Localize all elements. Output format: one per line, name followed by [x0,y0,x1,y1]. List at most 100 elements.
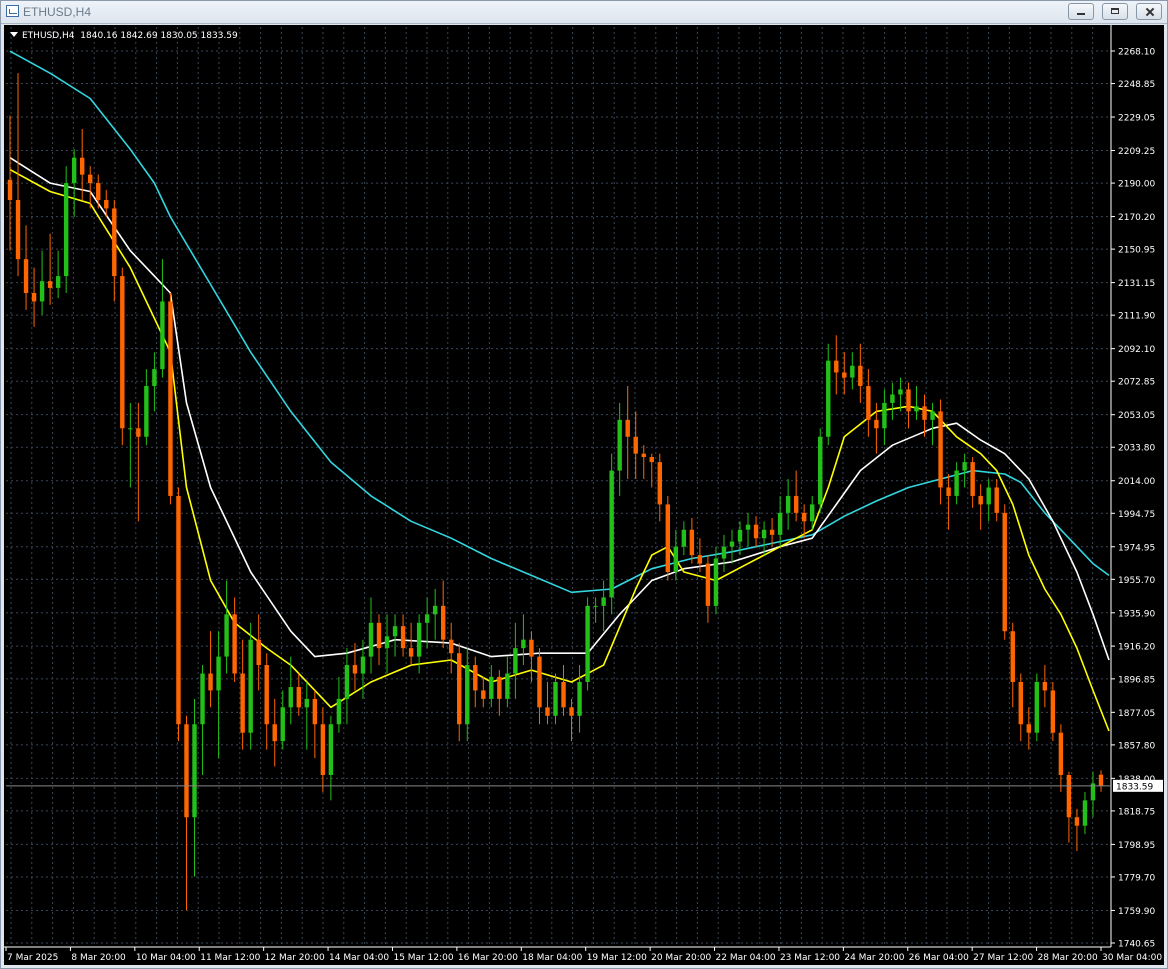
candle-body [208,673,213,691]
candle-body [280,707,285,742]
candle-body [55,276,61,288]
candle-body [553,681,558,716]
candle-body [47,281,53,288]
window-title: ETHUSD,H4 [23,5,92,19]
candle-body [1050,690,1056,733]
candle-body [224,614,229,657]
candle-body [104,199,109,209]
candle-body [457,653,462,725]
candle-body [673,546,679,573]
candle-body [200,673,205,725]
candle-body [721,546,727,559]
candle-body [312,698,318,725]
candle-body [152,369,157,387]
candle-body [240,673,245,733]
candle-body [842,372,847,378]
candle-body [7,179,13,200]
y-tick-label: 2053.05 [1118,411,1155,421]
candle-body [192,724,197,818]
x-tick-label: 20 Mar 20:00 [651,953,711,963]
candle-body [304,698,310,708]
x-tick-label: 7 Mar 2025 [7,953,58,963]
candle-body [320,724,326,775]
y-tick-label: 1935.90 [1118,609,1155,619]
candle-body [336,698,342,725]
price-chart[interactable]: 2268.10 2248.85 2229.05 2209.25 2190.00 2170.… [4,25,1164,965]
candle-body [954,470,959,496]
candle-body [360,656,366,674]
y-tick-label: 2092.10 [1118,345,1155,355]
candle-body [505,673,510,699]
y-tick-label: 2268.10 [1118,48,1155,58]
y-tick-label: 1974.95 [1118,543,1155,553]
candle-body [697,555,703,564]
y-tick-label: 2190.00 [1118,180,1155,190]
ohlc-values: 1840.16 1842.69 1830.05 1833.59 [80,31,238,41]
close-button[interactable] [1136,3,1162,20]
y-tick-label: 2229.05 [1118,114,1155,124]
chart-svg[interactable]: 2268.10 2248.85 2229.05 2209.25 2190.00 2170.… [4,25,1164,965]
candle-body [449,639,454,654]
candle-body [898,389,903,395]
candle-body [79,157,85,175]
candle-body [785,495,791,513]
y-tick-label: 1857.80 [1118,741,1155,751]
candle-body [136,428,141,437]
candle-body [585,605,590,682]
title-bar[interactable]: ETHUSD,H4 [1,1,1167,24]
ohlc-readout: ETHUSD,H4 1840.16 1842.69 1830.05 1833.5… [10,31,238,41]
candle-body [633,436,638,454]
candle-body [176,495,181,725]
candle-body [521,639,526,649]
x-tick-label: 26 Mar 04:00 [909,953,969,963]
y-tick-label: 1779.70 [1118,873,1155,883]
y-tick-label: 1916.20 [1118,643,1155,653]
candle-body [850,365,855,378]
candle-body [88,174,93,184]
maximize-button[interactable] [1102,3,1128,20]
x-tick-label: 30 Mar 04:00 [1102,953,1162,963]
candle-body [858,365,863,387]
y-tick-label: 1759.90 [1118,907,1155,917]
candle-body [481,690,486,699]
candle-body [489,676,494,699]
candle-body [424,614,430,623]
dropdown-triangle-icon[interactable] [10,32,18,37]
candle-body [713,558,719,606]
candle-body [801,512,807,522]
candle-body [593,605,598,607]
candle-body [745,524,751,530]
candle-body [408,648,414,657]
candle-body [392,626,398,637]
candle-body [866,386,871,420]
candle-body [1058,732,1064,775]
x-tick-label: 16 Mar 20:00 [458,953,518,963]
candle-body [120,276,125,429]
candle-body [625,419,630,437]
candle-body [657,462,662,505]
current-price-label: 1833.59 [1116,782,1153,792]
candle-body [609,470,614,598]
y-tick-label: 1798.95 [1118,841,1155,851]
candle-body [368,622,374,657]
candle-body [994,487,999,513]
candle-body [641,453,646,458]
candle-body [569,707,574,716]
candle-body [1026,724,1032,733]
candle-body [601,597,606,606]
candle-body [288,687,293,708]
y-tick-label: 2072.85 [1118,378,1155,388]
candle-body [160,301,165,370]
candle-body [440,605,446,640]
candle-body [96,183,101,200]
candle-body [826,360,831,437]
candle-body [809,504,815,522]
candle-body [376,622,382,649]
candle-body [63,183,69,277]
candle-body [761,529,767,539]
minimize-button[interactable] [1068,3,1094,20]
candle-body [681,529,687,547]
x-tick-label: 11 Mar 12:00 [200,953,260,963]
candle-body [978,495,983,505]
y-tick-label: 2033.80 [1118,444,1155,454]
